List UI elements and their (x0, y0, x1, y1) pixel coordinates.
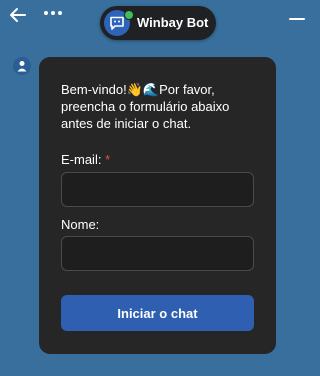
arrow-left-icon (10, 8, 26, 22)
email-label-text: E-mail: (61, 152, 102, 167)
more-dots-icon (44, 11, 62, 15)
bot-name: Winbay Bot (137, 15, 209, 30)
email-label: E-mail: * (61, 152, 110, 167)
user-avatar (13, 57, 31, 75)
more-options-button[interactable] (42, 5, 66, 21)
online-status-dot (124, 10, 134, 20)
user-icon (17, 61, 27, 72)
email-field[interactable] (61, 172, 254, 207)
bot-header-pill: Winbay Bot (100, 6, 216, 40)
back-button[interactable] (8, 5, 28, 25)
minimize-button[interactable] (287, 6, 307, 26)
name-label: Nome: (61, 217, 100, 232)
chat-bot-icon (110, 16, 124, 30)
prechat-form-card: Bem-vindo!👋🌊Por favor, preencha o formul… (39, 57, 276, 354)
required-mark: * (105, 152, 111, 167)
bot-avatar (104, 10, 134, 36)
start-chat-button[interactable]: Iniciar o chat (61, 295, 254, 331)
top-bar: Winbay Bot (0, 0, 317, 40)
minimize-icon (289, 18, 305, 20)
name-field[interactable] (61, 236, 254, 271)
welcome-message: Bem-vindo!👋🌊Por favor, preencha o formul… (61, 82, 230, 131)
